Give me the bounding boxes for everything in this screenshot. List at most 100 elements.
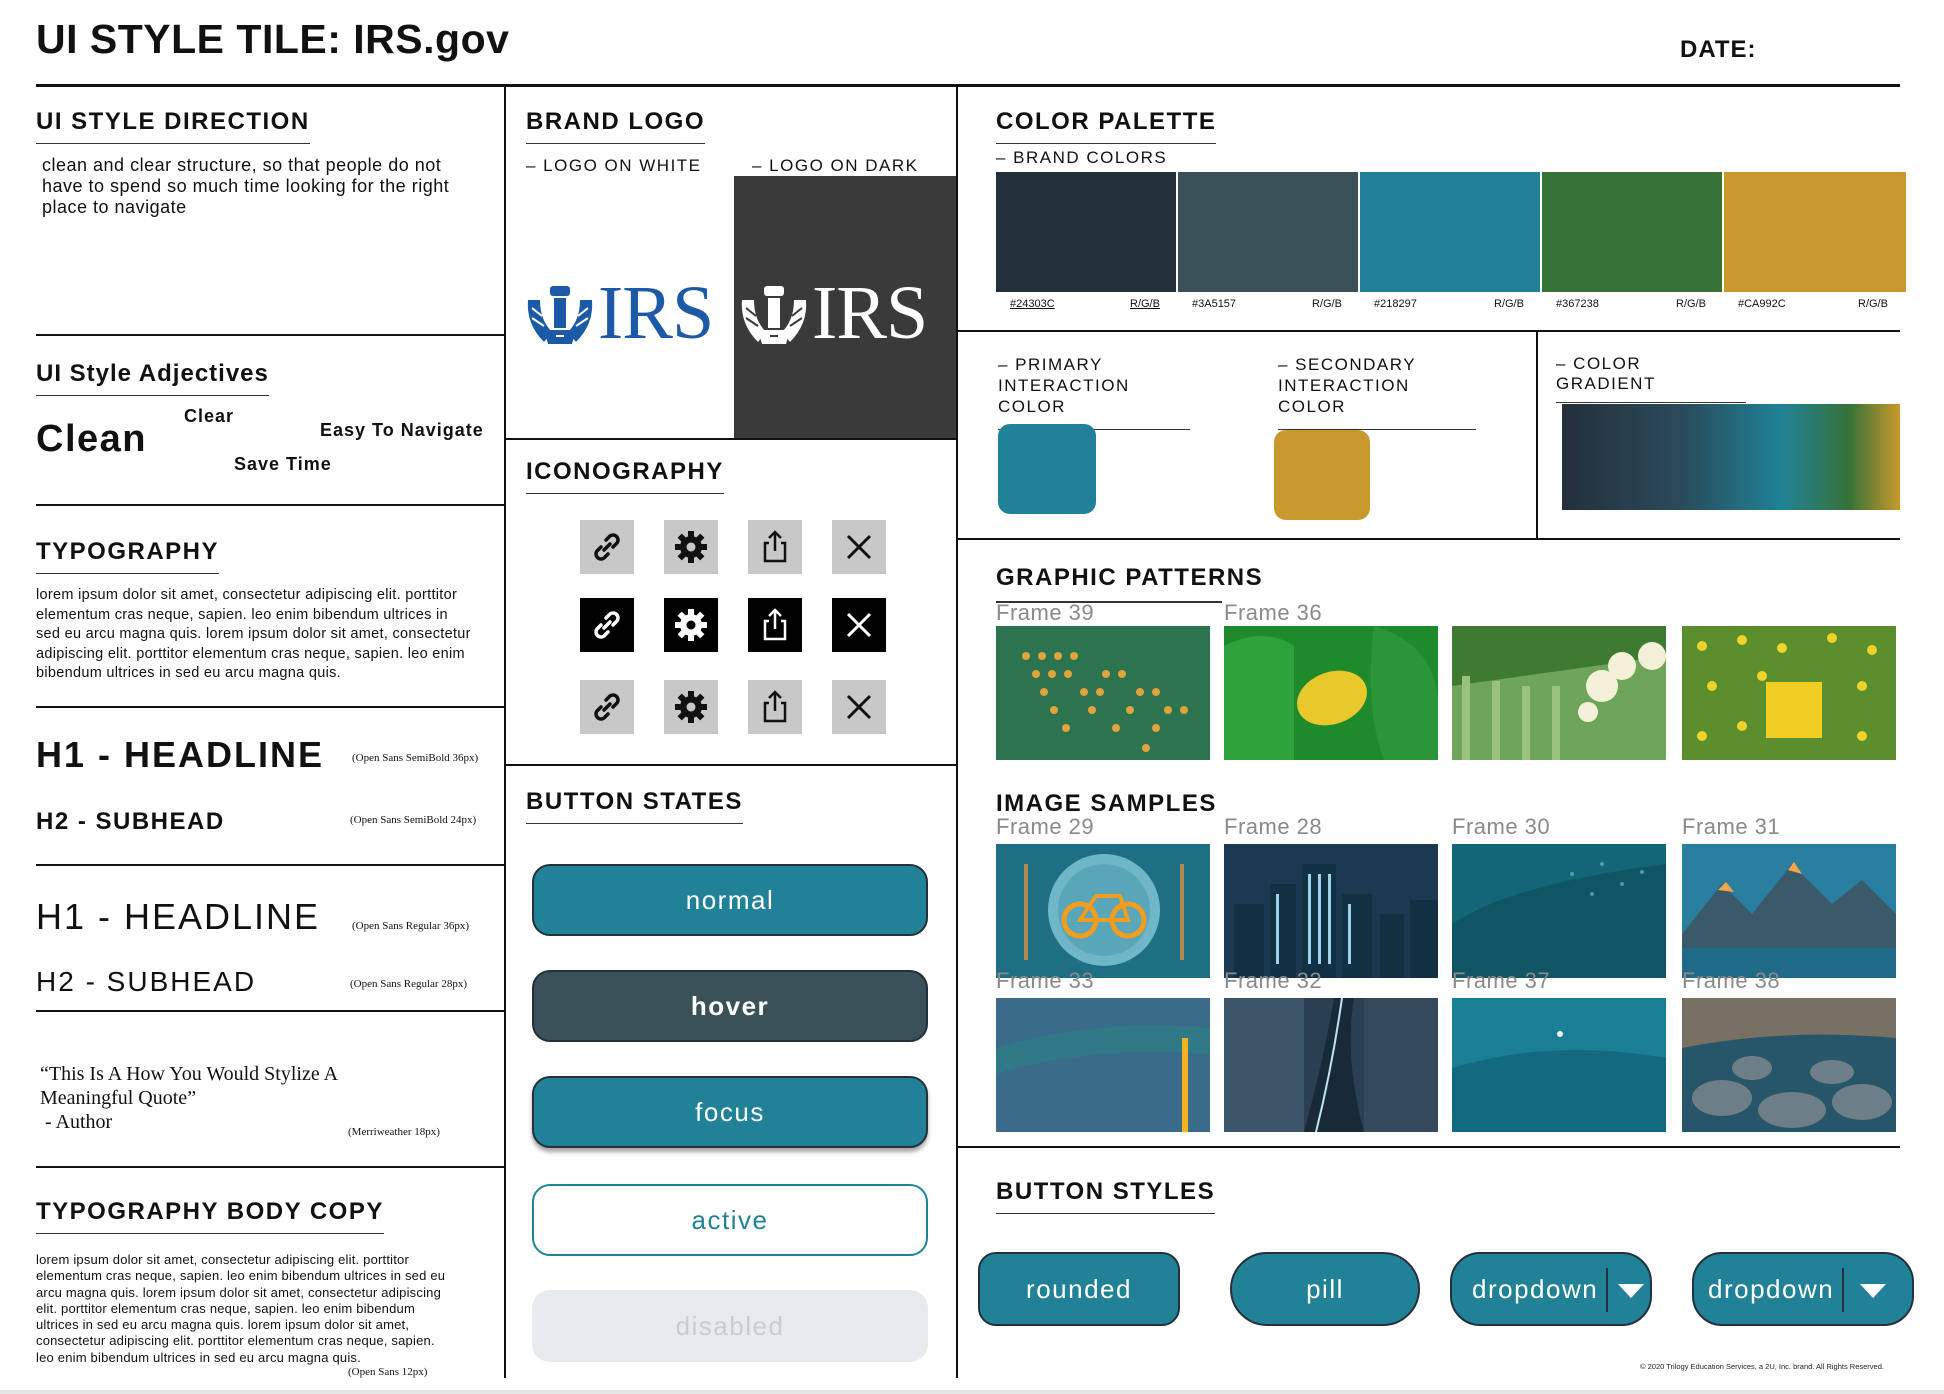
sample-image-street-night [1224,998,1438,1132]
adjective-easy: Easy To Navigate [320,420,484,440]
button-normal[interactable]: normal [532,864,928,936]
divider [36,334,504,336]
button-hover[interactable]: hover [532,970,928,1042]
divider [506,438,956,440]
gear-icon[interactable] [664,680,718,734]
header-divider [36,84,1900,87]
frame-label: Frame 38 [1682,968,1781,993]
frame-label: Frame 28 [1224,814,1323,839]
primary-color-swatch [998,424,1096,514]
page-title: UI STYLE TILE: IRS.gov [36,16,510,62]
button-active[interactable]: active [532,1184,928,1256]
typography-title: TYPOGRAPHY [36,538,220,574]
frame-label: Frame 30 [1452,814,1551,839]
close-icon[interactable] [832,520,886,574]
link-icon[interactable] [580,520,634,574]
body-copy-title: TYPOGRAPHY BODY COPY [36,1198,384,1234]
button-disabled: disabled [532,1290,928,1362]
sample-image-bridge [996,998,1210,1132]
brand-color-swatch [1360,172,1540,292]
ocean-aerial-image [1452,844,1666,978]
rgb-label: R/G/B [1130,298,1160,310]
column-divider-left [504,86,506,1378]
gear-icon[interactable] [664,520,718,574]
primary-label-line-2: INTERACTION COLOR [998,376,1130,416]
chevron-down-icon [1618,1284,1644,1298]
rgb-label: R/G/B [1494,298,1524,310]
primary-color-label: – PRIMARY INTERACTION COLOR [998,354,1190,430]
mountain-lake-image [1682,844,1896,978]
brand-colors-label: – BRAND COLORS [996,148,1168,167]
button-focus[interactable]: focus [532,1076,928,1148]
dropdown-separator [1842,1268,1844,1312]
rgb-label: R/G/B [1858,298,1888,310]
color-palette-title: COLOR PALETTE [996,108,1217,144]
dropdown-button-2[interactable]: dropdown [1692,1252,1914,1326]
h2-regular-note: (Open Sans Regular 28px) [350,978,468,990]
pattern-image-felt [1224,626,1438,760]
dropdown-button-1[interactable]: dropdown [1450,1252,1652,1326]
gear-icon[interactable] [664,598,718,652]
frame-label: Frame 32 [1224,968,1323,993]
hex-code-label: #CA992C [1738,298,1786,310]
pattern-image-cones [996,626,1210,760]
copyright-text: © 2020 Trilogy Education Services, a 2U,… [1640,1362,1884,1371]
secondary-label-line-2: INTERACTION COLOR [1278,376,1410,416]
button-styles-title: BUTTON STYLES [996,1178,1216,1214]
frame-label: Frame 33 [996,968,1095,993]
brand-color-swatch [1724,172,1906,292]
graphic-patterns-title: GRAPHIC PATTERNS [996,564,1264,591]
sample-image-bike-plate [996,844,1210,978]
pattern-image-leaves [1452,626,1666,760]
rounded-button[interactable]: rounded [978,1252,1180,1326]
body-copy-note: (Open Sans 12px) [348,1366,428,1378]
direction-text: clean and clear structure, so that peopl… [42,155,450,217]
gradient-label: – COLOR GRADIENT [1556,354,1746,403]
city-night-image [1224,844,1438,978]
close-icon[interactable] [832,598,886,652]
button-states-title: BUTTON STATES [526,788,743,824]
link-icon[interactable] [580,680,634,734]
sample-image-ocean-aerial [1452,844,1666,978]
brand-logo-title: BRAND LOGO [526,108,705,144]
h2-regular-sample: H2 - SUBHEAD [36,966,257,997]
h1-semibold-note: (Open Sans SemiBold 36px) [352,752,479,764]
h1-regular-sample: H1 - HEADLINE [36,896,321,937]
pill-button[interactable]: pill [1230,1252,1420,1326]
share-icon[interactable] [748,598,802,652]
frame-label: Frame 29 [996,814,1095,839]
adjective-clear: Clear [184,406,235,426]
direction-title: UI STYLE DIRECTION [36,108,310,144]
bridge-image [996,998,1210,1132]
eagle-icon [741,285,807,344]
hex-code-label: #24303C [1010,298,1055,310]
secondary-color-label: – SECONDARY INTERACTION COLOR [1278,354,1476,430]
dropdown-label: dropdown [1708,1273,1835,1304]
quote-sample: “This Is A How You Would Stylize A Meani… [40,1062,338,1134]
hex-code-label: #218297 [1374,298,1417,310]
hex-code-label: #367238 [1556,298,1599,310]
dropdown-separator [1606,1268,1608,1312]
column-divider-right [956,86,958,1378]
frame-label: Frame 31 [1682,814,1781,839]
cones-pattern [996,626,1210,760]
logo-on-dark-label: – LOGO ON DARK [752,156,919,175]
irs-wordmark: IRS [598,271,714,355]
h1-regular-note: (Open Sans Regular 36px) [352,920,470,932]
leaves-pattern [1452,626,1666,760]
share-icon[interactable] [748,680,802,734]
divider [36,504,504,506]
frame-label: Frame 36 [1224,600,1323,625]
link-icon[interactable] [580,598,634,652]
dandelions-pattern [1682,626,1896,760]
h2-semibold-sample: H2 - SUBHEAD [36,808,225,835]
pattern-image-dandelions [1682,626,1896,760]
divider [958,330,1900,332]
close-icon[interactable] [832,680,886,734]
bottom-bar [0,1390,1944,1394]
share-icon[interactable] [748,520,802,574]
date-label: DATE: [1680,36,1757,63]
rocks-image [1682,998,1896,1132]
sample-image-swimmer [1452,998,1666,1132]
h1-semibold-sample: H1 - HEADLINE [36,734,325,775]
